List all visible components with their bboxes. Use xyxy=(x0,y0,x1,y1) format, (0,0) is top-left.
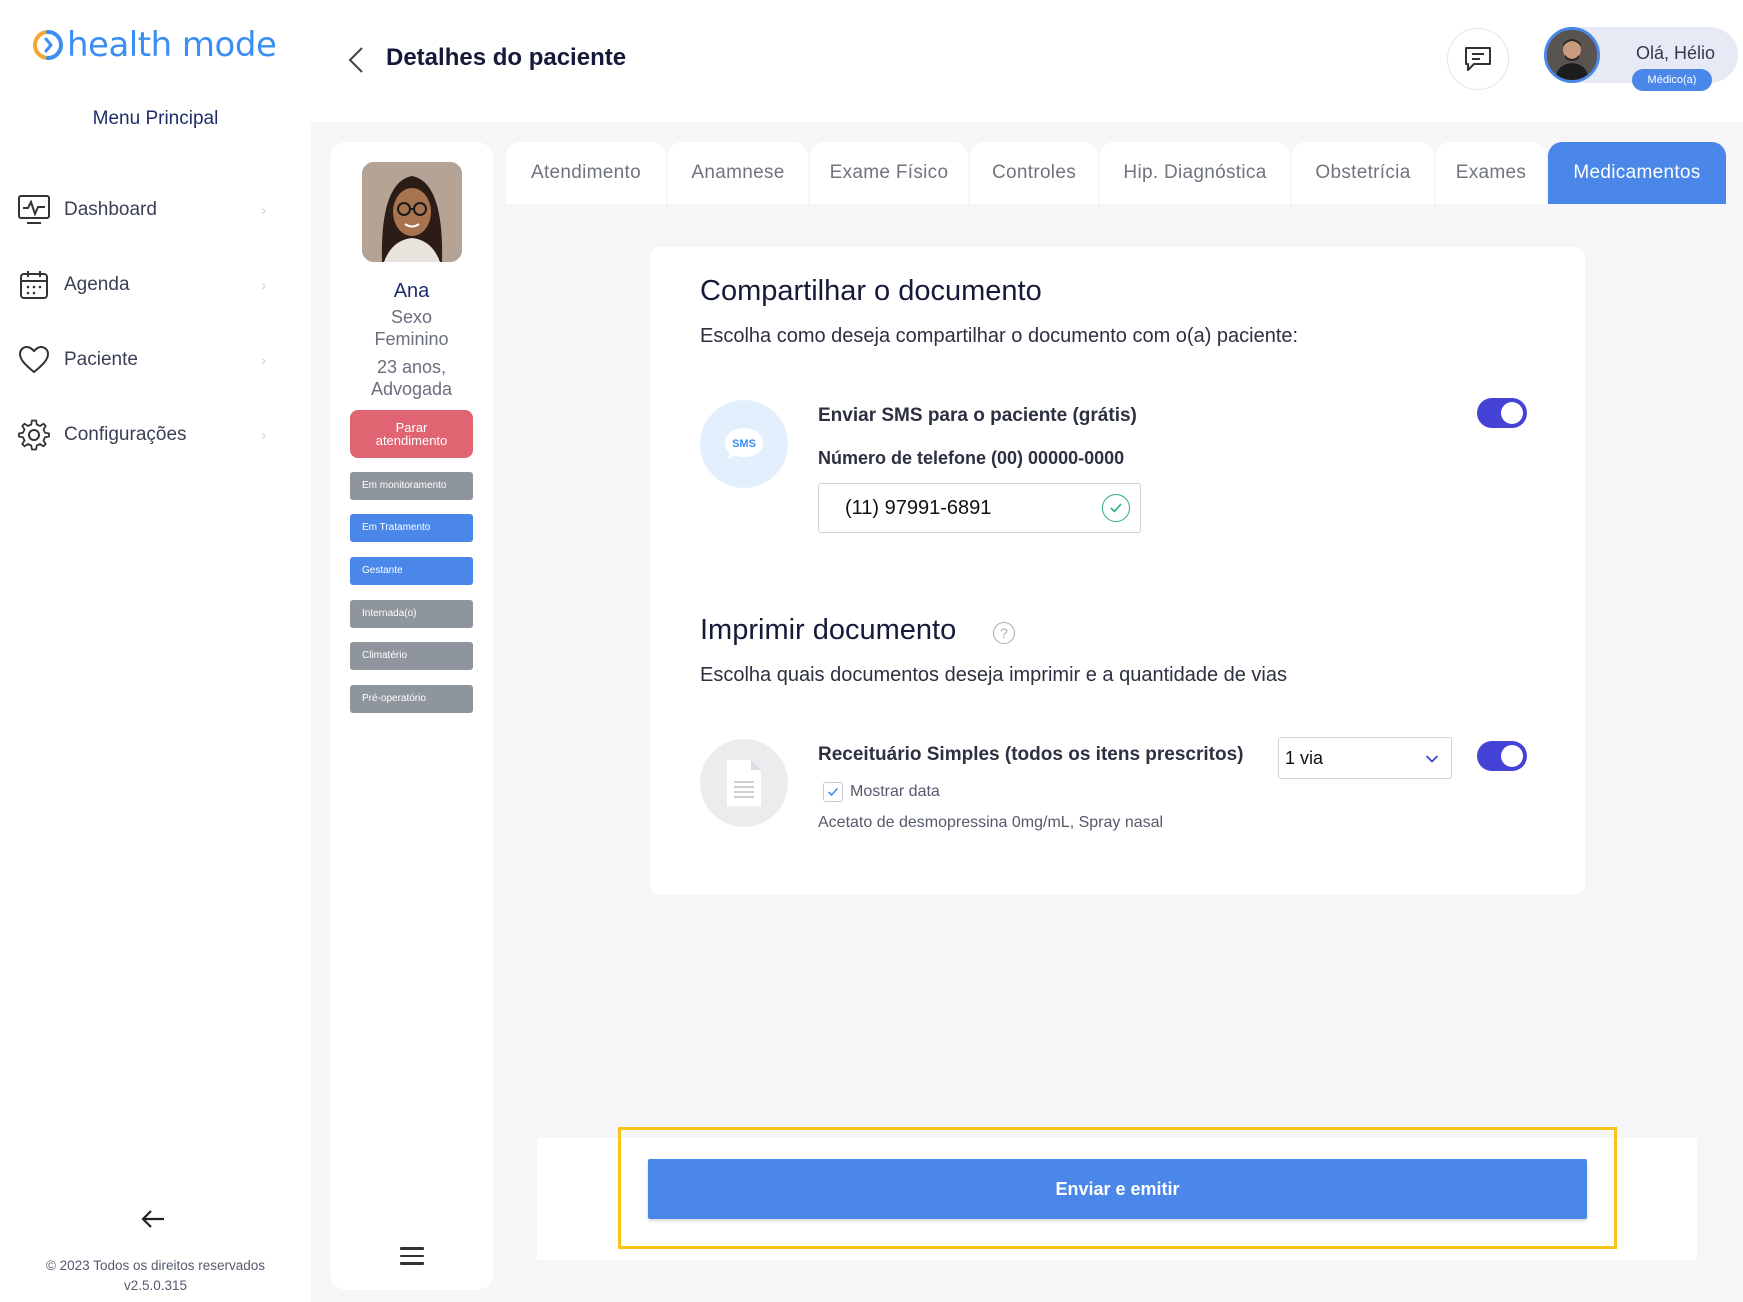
header: Detalhes do paciente Olá, Hélio Médico(a… xyxy=(311,0,1743,122)
gear-icon xyxy=(16,417,52,453)
document-icon xyxy=(727,760,761,806)
tag-pre-operatorio[interactable]: Pré-operatório xyxy=(350,685,473,713)
patient-photo xyxy=(362,162,462,262)
chevron-down-icon xyxy=(1425,738,1439,778)
sidebar: health mode Menu Principal Dashboard › A… xyxy=(0,0,311,1302)
sidebar-item-label: Agenda xyxy=(64,274,130,295)
chevron-right-icon: › xyxy=(261,202,266,218)
copyright: © 2023 Todos os direitos reservados v2.5… xyxy=(0,1256,311,1296)
patient-sex: Feminino xyxy=(374,329,449,349)
sms-badge-text: SMS xyxy=(732,438,756,450)
patient-name: Ana xyxy=(393,280,430,302)
prescribed-items-text: Acetato de desmopressina 0mg/mL, Spray n… xyxy=(818,814,1164,831)
menu-title: Menu Principal xyxy=(92,108,219,129)
chevron-right-icon: › xyxy=(261,427,266,443)
tag-gestante[interactable]: Gestante xyxy=(350,557,473,585)
phone-label: Número de telefone (00) 00000-0000 xyxy=(818,448,1125,468)
tag-internada[interactable]: Internada(o) xyxy=(350,600,473,628)
chevron-right-icon: › xyxy=(261,277,266,293)
tag-em-tratamento[interactable]: Em Tratamento xyxy=(350,514,473,542)
sidebar-item-agenda[interactable]: Agenda › xyxy=(16,263,266,307)
avatar xyxy=(1544,27,1600,83)
patient-card: Ana Sexo Feminino 23 anos, Advogada Para… xyxy=(330,142,493,1290)
print-title: Imprimir documento xyxy=(700,614,957,646)
page-title: Detalhes do paciente xyxy=(386,44,627,71)
user-menu[interactable]: Olá, Hélio Médico(a) xyxy=(1544,27,1738,91)
hamburger-menu-icon[interactable] xyxy=(400,1247,424,1265)
sms-toggle[interactable] xyxy=(1477,398,1527,428)
print-description: Escolha quais documentos deseja imprimir… xyxy=(700,664,1288,686)
tab-atendimento[interactable]: Atendimento xyxy=(506,142,666,204)
print-toggle[interactable] xyxy=(1477,741,1527,771)
share-description: Escolha como deseja compartilhar o docum… xyxy=(700,325,1299,347)
role-badge: Médico(a) xyxy=(1632,69,1712,91)
print-document-label: Receituário Simples (todos os itens pres… xyxy=(818,744,1244,765)
sms-option-label: Enviar SMS para o paciente (grátis) xyxy=(818,405,1137,426)
heart-icon xyxy=(16,342,52,378)
monitor-icon xyxy=(16,192,52,228)
phone-input[interactable]: (11) 97991-6891 xyxy=(818,483,1141,533)
help-icon[interactable]: ? xyxy=(993,622,1015,644)
copies-value: 1 via xyxy=(1285,748,1324,768)
tab-exames[interactable]: Exames xyxy=(1436,142,1546,204)
sms-bubble-icon: SMS xyxy=(725,428,763,460)
tab-anamnese[interactable]: Anamnese xyxy=(668,142,808,204)
logo: health mode xyxy=(31,20,277,70)
tab-medicamentos[interactable]: Medicamentos xyxy=(1548,142,1726,204)
patient-sex-label: Sexo xyxy=(390,307,433,327)
sms-circle: SMS xyxy=(700,400,788,488)
tab-controles[interactable]: Controles xyxy=(970,142,1098,204)
sidebar-item-label: Paciente xyxy=(64,349,138,370)
chevron-right-icon: › xyxy=(261,352,266,368)
document-options-panel: Compartilhar o documento Escolha como de… xyxy=(650,247,1585,895)
version-text: v2.5.0.315 xyxy=(123,1278,188,1293)
calendar-icon xyxy=(16,267,52,303)
sidebar-item-label: Configurações xyxy=(64,424,187,445)
sidebar-item-dashboard[interactable]: Dashboard › xyxy=(16,188,266,232)
sidebar-item-configuracoes[interactable]: Configurações › xyxy=(16,413,266,457)
logo-text: health mode xyxy=(67,25,277,65)
share-title: Compartilhar o documento xyxy=(700,275,1042,307)
back-button[interactable] xyxy=(336,40,376,80)
logo-mark-icon xyxy=(31,28,65,62)
document-circle xyxy=(700,739,788,827)
sidebar-item-paciente[interactable]: Paciente › xyxy=(16,338,266,382)
check-valid-icon xyxy=(1102,494,1130,522)
tab-hip-diagnostica[interactable]: Hip. Diagnóstica xyxy=(1100,142,1290,204)
tag-em-monitoramento[interactable]: Em monitoramento xyxy=(350,472,473,500)
greeting-text: Olá, Hélio xyxy=(1636,43,1716,63)
copies-select[interactable]: 1 via xyxy=(1278,737,1452,779)
chat-button[interactable] xyxy=(1447,28,1509,90)
stop-attendance-button[interactable]: Parar atendimento xyxy=(350,410,473,458)
copyright-text: © 2023 Todos os direitos reservados xyxy=(45,1258,266,1273)
patient-age: 23 anos, xyxy=(376,357,447,377)
chevron-left-icon xyxy=(348,47,363,73)
sidebar-item-label: Dashboard xyxy=(64,199,157,220)
patient-occupation: Advogada xyxy=(370,379,453,399)
tab-exame-fisico[interactable]: Exame Físico xyxy=(810,142,968,204)
collapse-sidebar-arrow-icon[interactable] xyxy=(140,1204,166,1238)
chat-icon xyxy=(1465,47,1491,71)
stop-attendance-label: Parar atendimento xyxy=(375,420,448,448)
tab-obstetricia[interactable]: Obstetrícia xyxy=(1292,142,1434,204)
tab-bar: Atendimento Anamnese Exame Físico Contro… xyxy=(506,142,1728,204)
show-date-label: Mostrar data xyxy=(850,783,940,800)
phone-value: (11) 97991-6891 xyxy=(845,497,992,519)
show-date-checkbox[interactable] xyxy=(823,782,843,802)
highlight-frame xyxy=(618,1127,1617,1249)
tag-climaterio[interactable]: Climatério xyxy=(350,642,473,670)
